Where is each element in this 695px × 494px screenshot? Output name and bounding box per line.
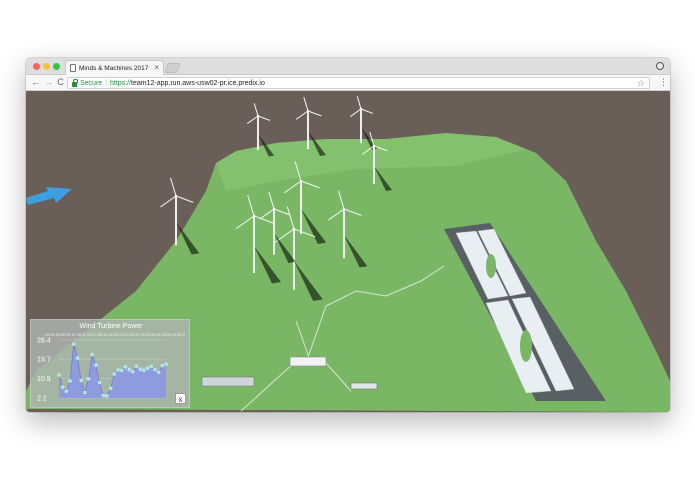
minimize-window-button[interactable] bbox=[43, 63, 50, 70]
chart-point bbox=[138, 367, 142, 371]
maximize-window-button[interactable] bbox=[53, 63, 60, 70]
tab-close-icon[interactable]: × bbox=[154, 64, 159, 72]
chart-plot: 28.4 19.7 10.9 2.1 bbox=[37, 338, 168, 403]
chart-point bbox=[112, 372, 117, 376]
chart-point bbox=[101, 393, 106, 398]
chart-point bbox=[105, 394, 109, 398]
battery-storage[interactable] bbox=[350, 382, 378, 390]
browser-tab[interactable]: Minds & Machines 2017 × bbox=[65, 60, 164, 75]
chart-point bbox=[134, 364, 139, 368]
3d-viewport[interactable]: Wind Turbine Power 09:06 09:08 09:10 09:… bbox=[26, 91, 670, 412]
chart-point bbox=[123, 365, 128, 369]
substation[interactable] bbox=[289, 356, 327, 367]
title-bar: Minds & Machines 2017 × bbox=[26, 58, 670, 75]
chart-point bbox=[160, 363, 165, 368]
chart-point bbox=[90, 352, 94, 357]
close-window-button[interactable] bbox=[33, 63, 40, 70]
chart-point bbox=[131, 370, 135, 374]
new-tab-button[interactable] bbox=[164, 63, 181, 73]
browser-toolbar: ← → C Secure | https://team12-app.run.aw… bbox=[26, 75, 670, 91]
url-scheme: https:// bbox=[110, 79, 132, 87]
chart-y-tick-label: 19.7 bbox=[37, 357, 51, 364]
chart-point bbox=[60, 385, 65, 389]
chart-point bbox=[64, 389, 69, 393]
plant-pond-2 bbox=[520, 330, 532, 362]
solar-array[interactable] bbox=[201, 376, 255, 387]
chart-point bbox=[119, 368, 124, 373]
chart-point bbox=[86, 377, 91, 381]
url-host: team12-app.run.aws-usw02-pr.ice.predix.i… bbox=[131, 79, 265, 87]
chart-point bbox=[83, 390, 87, 395]
chart-point bbox=[79, 378, 83, 383]
back-button[interactable]: ← bbox=[30, 77, 41, 88]
chart-point bbox=[94, 363, 98, 367]
profile-icon[interactable] bbox=[656, 62, 664, 70]
lock-icon bbox=[72, 78, 78, 87]
chart-y-tick-label: 28.4 bbox=[37, 338, 51, 345]
chart-point bbox=[153, 367, 157, 372]
tab-title: Minds & Machines 2017 bbox=[79, 64, 149, 72]
chart-point bbox=[72, 342, 76, 346]
bookmark-star-icon[interactable]: ☆ bbox=[637, 78, 645, 89]
chart-area bbox=[59, 344, 166, 398]
address-bar[interactable]: Secure | https://team12-app.run.aws-usw0… bbox=[67, 77, 650, 89]
chart-point bbox=[108, 386, 113, 391]
chart-point bbox=[145, 366, 150, 370]
reload-button[interactable]: C bbox=[55, 77, 66, 88]
chart-point bbox=[149, 364, 153, 369]
chart-point bbox=[68, 379, 72, 383]
chart-y-tick-label: 2.1 bbox=[37, 396, 47, 403]
chart-point bbox=[142, 368, 146, 372]
chart-close-button[interactable]: x bbox=[175, 393, 186, 404]
plant-pond-1 bbox=[486, 254, 496, 278]
chart-point bbox=[75, 356, 80, 360]
browser-window: Minds & Machines 2017 × ← → C Secure | h… bbox=[26, 58, 670, 412]
wind-power-chart-panel: Wind Turbine Power 09:06 09:08 09:10 09:… bbox=[30, 319, 190, 408]
chart-point bbox=[97, 380, 102, 385]
chart-point bbox=[164, 362, 168, 366]
browser-menu-icon[interactable]: ⋮ bbox=[659, 77, 668, 88]
forward-button[interactable]: → bbox=[43, 77, 54, 88]
chart-point bbox=[57, 373, 61, 377]
chart-point bbox=[156, 370, 161, 374]
url-separator: | bbox=[105, 79, 108, 87]
chart-point bbox=[116, 368, 120, 372]
secure-label: Secure bbox=[80, 79, 103, 87]
chart-y-tick-label: 10.9 bbox=[37, 376, 51, 383]
chart-point bbox=[127, 368, 131, 372]
document-icon bbox=[70, 64, 76, 72]
